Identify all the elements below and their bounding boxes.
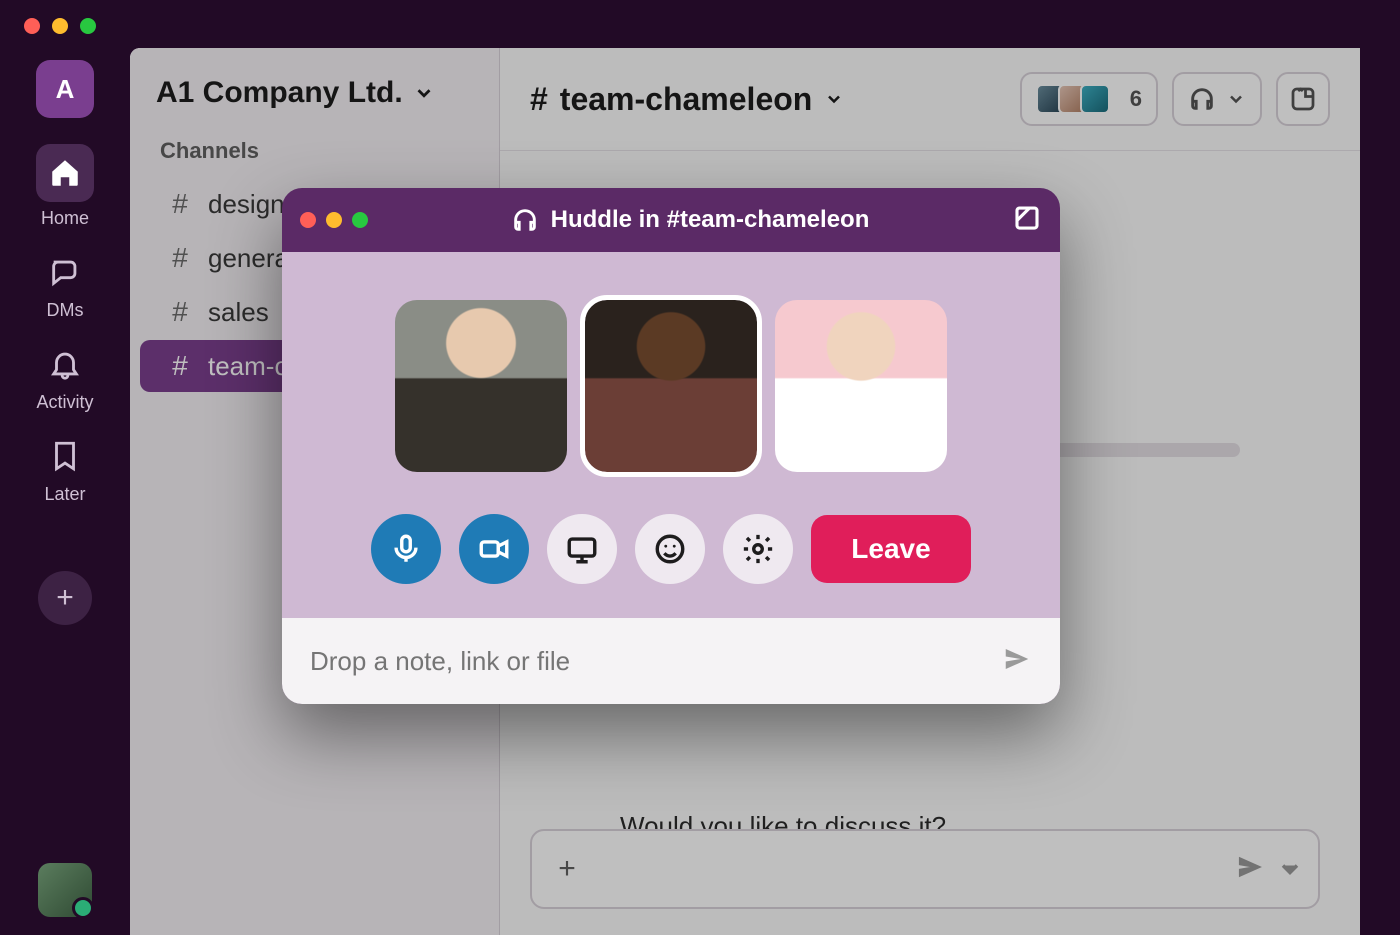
chevron-down-icon [1226, 89, 1246, 109]
huddle-participants [322, 300, 1020, 472]
channel-header: # team-chameleon 6 [500, 48, 1360, 151]
react-button[interactable] [635, 514, 705, 584]
screen-share-button[interactable] [547, 514, 617, 584]
video-button[interactable] [459, 514, 529, 584]
close-window-icon[interactable] [24, 18, 40, 34]
minimize-window-icon[interactable] [52, 18, 68, 34]
hash-icon: # [170, 296, 190, 328]
channel-title-menu[interactable]: # team-chameleon [530, 81, 844, 118]
bell-icon [48, 347, 82, 381]
headphones-icon [1188, 85, 1216, 113]
channels-section-header[interactable]: Channels [130, 138, 499, 176]
chevron-down-icon[interactable] [1276, 855, 1304, 883]
participant-tile[interactable] [775, 300, 947, 472]
activity-nav[interactable] [48, 347, 82, 386]
dms-nav[interactable] [48, 255, 82, 294]
send-icon [1002, 644, 1032, 674]
canvas-button[interactable] [1276, 72, 1330, 126]
activity-label: Activity [36, 392, 93, 413]
send-note-button[interactable] [1002, 644, 1032, 679]
workspace-switcher[interactable]: A [36, 60, 94, 118]
workspace-name: A1 Company Ltd. [156, 76, 403, 110]
huddle-start-button[interactable] [1172, 72, 1262, 126]
hash-icon: # [170, 242, 190, 274]
fullscreen-window-icon[interactable] [80, 18, 96, 34]
minimize-huddle-icon[interactable] [326, 212, 342, 228]
expand-icon [1012, 203, 1042, 233]
huddle-titlebar: Huddle in #team-chameleon [282, 188, 1060, 252]
message-composer[interactable]: + [530, 829, 1320, 909]
chevron-down-icon [824, 89, 844, 109]
send-button[interactable] [1236, 853, 1264, 886]
nav-rail: A Home DMs Activity Later + [0, 60, 130, 935]
dms-icon [48, 255, 82, 289]
channel-name: team-chameleon [560, 81, 813, 118]
home-icon [48, 156, 82, 190]
add-nav[interactable]: + [38, 571, 92, 625]
huddle-settings-button[interactable] [723, 514, 793, 584]
huddle-note-input[interactable] [310, 646, 986, 677]
participant-tile[interactable] [585, 300, 757, 472]
chevron-down-icon [413, 82, 435, 104]
headphones-icon [511, 206, 539, 234]
channel-label: design [208, 189, 285, 220]
window-traffic-lights [24, 18, 96, 34]
emoji-icon [653, 532, 687, 566]
later-label: Later [44, 484, 85, 505]
bookmark-icon [48, 439, 82, 473]
hash-icon: # [170, 188, 190, 220]
canvas-icon [1288, 84, 1318, 114]
huddle-window: Huddle in #team-chameleon [282, 188, 1060, 704]
home-nav[interactable] [36, 144, 94, 202]
leave-huddle-button[interactable]: Leave [811, 515, 970, 583]
hash-icon: # [530, 81, 548, 118]
send-icon [1236, 853, 1264, 881]
workspace-menu[interactable]: A1 Company Ltd. [130, 76, 499, 138]
expand-huddle-button[interactable] [1012, 203, 1042, 238]
participant-tile[interactable] [395, 300, 567, 472]
later-nav[interactable] [48, 439, 82, 478]
microphone-icon [389, 532, 423, 566]
gear-icon [741, 532, 775, 566]
screen-share-icon [565, 532, 599, 566]
huddle-title-text: Huddle in #team-chameleon [551, 206, 870, 234]
member-avatar [1080, 84, 1110, 114]
member-count: 6 [1130, 86, 1142, 112]
attach-button[interactable]: + [546, 852, 588, 886]
mute-button[interactable] [371, 514, 441, 584]
video-icon [477, 532, 511, 566]
fullscreen-huddle-icon[interactable] [352, 212, 368, 228]
channel-members-button[interactable]: 6 [1020, 72, 1158, 126]
dms-label: DMs [47, 300, 84, 321]
close-huddle-icon[interactable] [300, 212, 316, 228]
home-label: Home [41, 208, 89, 229]
user-avatar[interactable] [38, 863, 92, 917]
channel-label: sales [208, 297, 269, 328]
hash-icon: # [170, 350, 190, 382]
